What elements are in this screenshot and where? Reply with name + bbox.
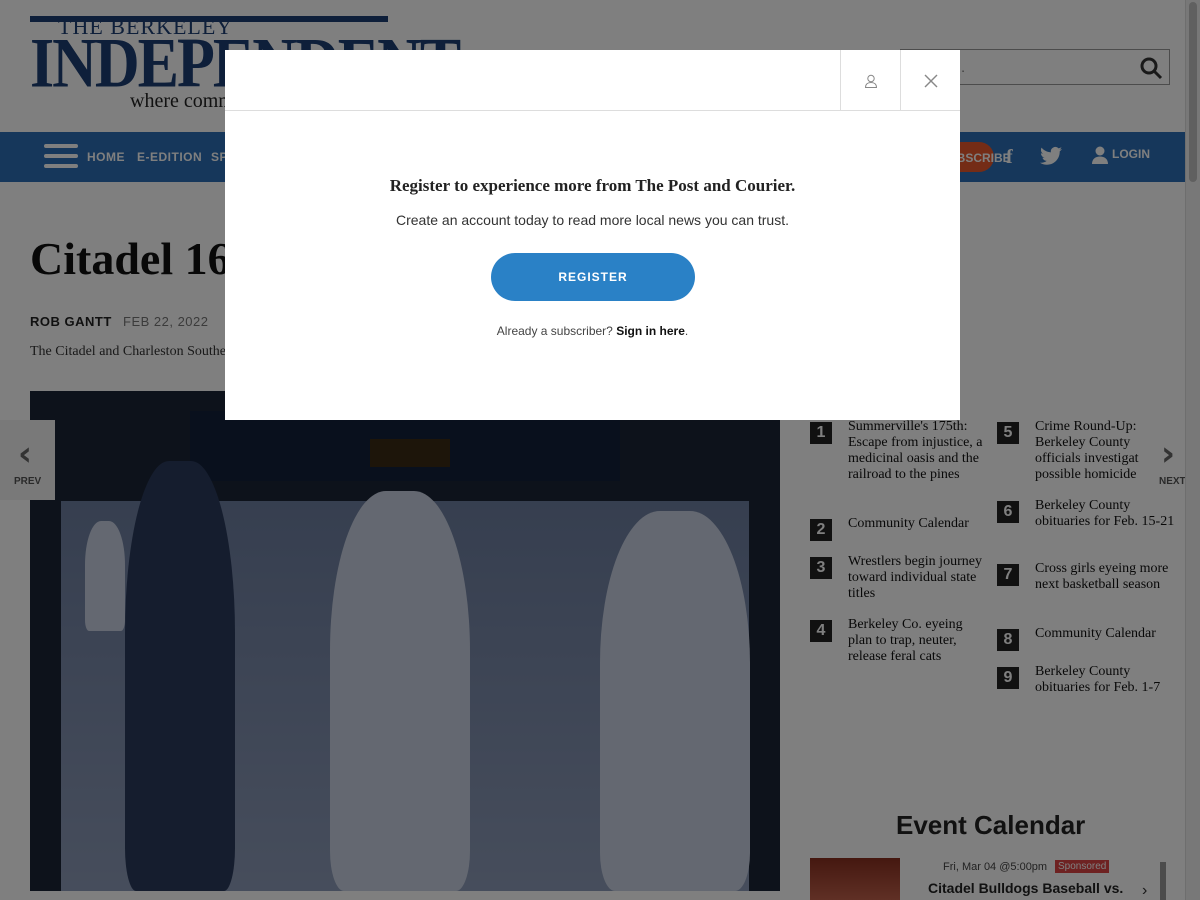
page: THE BERKELEY INDEPENDENT where community… [0, 0, 1200, 900]
close-button[interactable] [900, 50, 960, 111]
signin-row: Already a subscriber? Sign in here. [225, 324, 960, 338]
user-icon [864, 74, 877, 88]
register-modal: Register to experience more from The Pos… [225, 50, 960, 420]
close-icon [924, 74, 937, 87]
modal-subtext: Create an account today to read more loc… [396, 212, 789, 228]
register-button[interactable]: REGISTER [491, 253, 695, 301]
modal-heading: Register to experience more from The Pos… [389, 176, 796, 195]
subscriber-prompt: Already a subscriber? [496, 324, 613, 338]
account-button[interactable] [840, 50, 900, 111]
signin-link[interactable]: Sign in here [616, 324, 685, 338]
signin-period: . [684, 324, 689, 338]
